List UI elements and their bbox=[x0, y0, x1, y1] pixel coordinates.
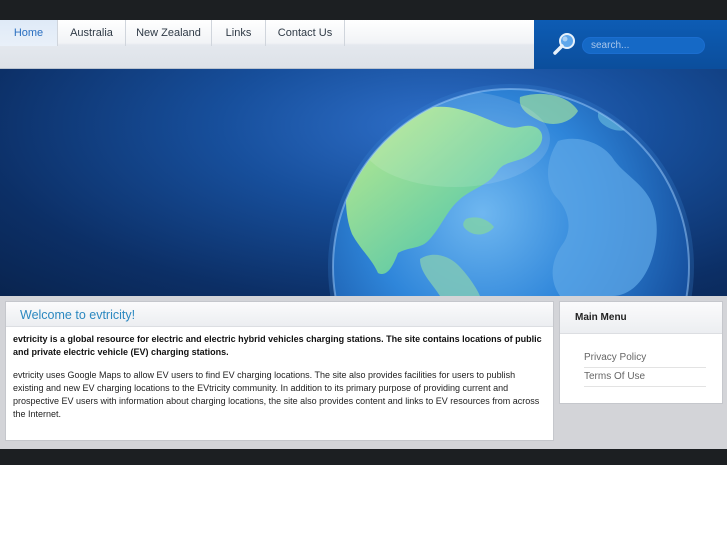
main-menu-panel: Main Menu Privacy Policy Terms Of Use bbox=[559, 301, 723, 404]
globe-icon bbox=[328, 84, 694, 296]
nav-item-new-zealand[interactable]: New Zealand bbox=[126, 20, 212, 46]
top-navigation: Home Australia New Zealand Links Contact… bbox=[0, 20, 534, 69]
top-strip bbox=[0, 0, 727, 20]
side-title-bar: Main Menu bbox=[560, 302, 722, 334]
main-menu-list: Privacy Policy Terms Of Use bbox=[560, 334, 722, 387]
hero-banner bbox=[0, 69, 727, 296]
nav-item-home[interactable]: Home bbox=[0, 20, 58, 46]
search-input[interactable] bbox=[582, 37, 705, 54]
main-body: evtricity is a global resource for elect… bbox=[6, 327, 553, 421]
menu-item-privacy-policy[interactable]: Privacy Policy bbox=[584, 349, 706, 368]
nav-list: Home Australia New Zealand Links Contact… bbox=[0, 20, 534, 46]
intro-paragraph: evtricity uses Google Maps to allow EV u… bbox=[13, 370, 540, 419]
page-title: Welcome to evtricity! bbox=[20, 308, 136, 322]
nav-item-contact-us[interactable]: Contact Us bbox=[266, 20, 345, 46]
search-area bbox=[534, 20, 727, 69]
main-menu-title: Main Menu bbox=[575, 312, 627, 323]
main-title-bar: Welcome to evtricity! bbox=[6, 302, 553, 327]
nav-item-australia[interactable]: Australia bbox=[58, 20, 126, 46]
magnifier-icon[interactable] bbox=[552, 31, 578, 57]
menu-item-terms-of-use[interactable]: Terms Of Use bbox=[584, 368, 706, 387]
footer-strip bbox=[0, 449, 727, 465]
nav-item-links[interactable]: Links bbox=[212, 20, 266, 46]
main-content-panel: Welcome to evtricity! evtricity is a glo… bbox=[5, 301, 554, 441]
intro-bold-paragraph: evtricity is a global resource for elect… bbox=[13, 334, 542, 357]
